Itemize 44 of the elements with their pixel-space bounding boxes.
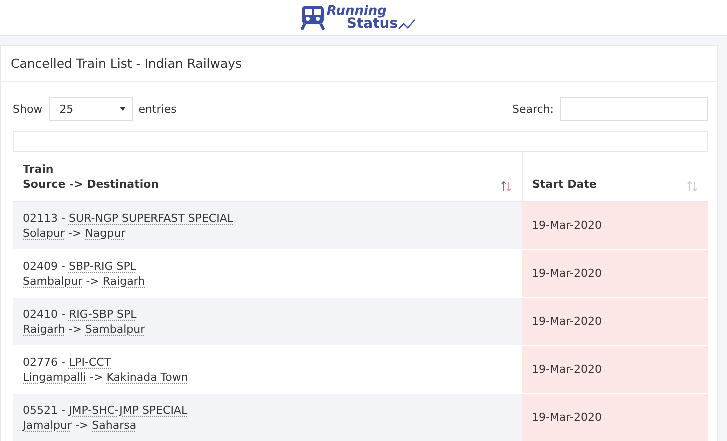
search-field[interactable] [560,97,708,121]
train-title: 02410 - RIG-SBP SPL [23,306,138,322]
entries-label: entries [138,102,177,116]
logo-text: Running [326,4,387,18]
trend-line-icon [398,18,416,30]
train-name-link[interactable]: LPI-CCT [68,356,112,368]
station-link[interactable]: Sambalpur [23,274,83,288]
station-link[interactable]: Solapur [23,226,65,240]
route-text: Lingampalli -> Kakinada Town [23,370,190,384]
sort-icon[interactable] [500,181,512,192]
logo-text: Status [346,18,398,30]
station-link[interactable]: Raigarh [23,322,66,336]
date-cell: 19-Mar-2020 [522,298,708,346]
show-label: Show [13,102,43,116]
station-link[interactable]: Raigarh [102,274,146,288]
route-text: Sambalpur -> Raigarh [23,274,146,288]
train-title: 02776 - LPI-CCT [23,354,112,370]
column-header[interactable]: Train Source -> Destination [23,162,159,192]
card-title: Cancelled Train List - Indian Railways [11,56,242,71]
entries-dropdown[interactable]: 25 [48,97,133,121]
date-cell: 19-Mar-2020 [522,202,708,250]
station-link[interactable]: Nagpur [85,226,126,240]
station-link[interactable]: Jamalpur [23,418,72,432]
train-name-link[interactable]: RIG-SBP SPL [68,308,137,320]
train-name-link[interactable]: JMP-SHC-JMP SPECIAL [68,404,188,416]
column-header[interactable]: Start Date [532,177,597,192]
train-title: 02409 - SBP-RIG SPL [23,258,138,274]
train-title: 02113 - SUR-NGP SUPERFAST SPECIAL [23,210,234,226]
train-title: 05521 - JMP-SHC-JMP SPECIAL [23,402,189,418]
train-name-link[interactable]: SBP-RIG SPL [68,260,137,272]
search-label: Search: [512,102,554,116]
train-icon [300,4,325,30]
train-name-link[interactable]: SUR-NGP SUPERFAST SPECIAL [68,212,234,224]
caret-icon [120,107,126,111]
station-link[interactable]: Lingampalli [23,370,86,384]
date-cell: 19-Mar-2020 [522,250,708,298]
station-link[interactable]: Kakinada Town [106,370,188,384]
station-link[interactable]: Sambalpur [85,322,146,336]
route-text: Solapur -> Nagpur [23,226,127,240]
route-text: Raigarh -> Sambalpur [23,322,146,336]
route-text: Jamalpur -> Saharsa [23,418,138,432]
station-link[interactable]: Saharsa [92,418,137,432]
date-cell: 19-Mar-2020 [522,394,708,441]
date-cell: 19-Mar-2020 [522,346,708,394]
